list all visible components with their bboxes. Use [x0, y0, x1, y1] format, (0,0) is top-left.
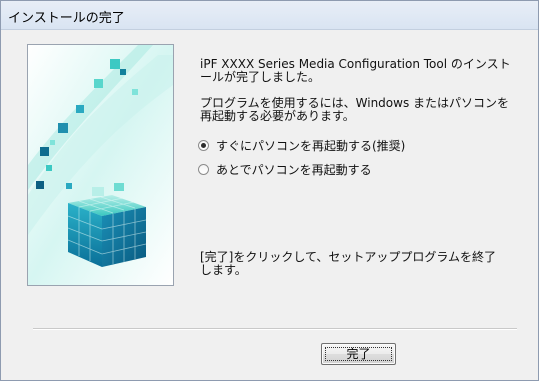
install-complete-dialog: インストールの完了 iPF XXXX Series Media Configur…	[0, 0, 539, 381]
restart-now-option[interactable]: すぐにパソコンを再起動する(推奨)	[198, 137, 405, 153]
restart-later-label[interactable]: あとでパソコンを再起動する	[216, 161, 372, 178]
message-line-4: 再起動する必要があります。	[200, 109, 355, 123]
divider	[33, 328, 517, 330]
installer-graphic-panel	[27, 44, 174, 286]
finish-instruction-line-2: します。	[200, 263, 247, 277]
radio-button-unchecked[interactable]	[198, 163, 209, 175]
window-title: インストールの完了	[8, 11, 125, 26]
finish-button[interactable]: 完了	[321, 343, 396, 365]
restart-now-label[interactable]: すぐにパソコンを再起動する(推奨)	[216, 137, 405, 154]
radio-button-checked[interactable]	[198, 139, 209, 151]
restart-later-option[interactable]: あとでパソコンを再起動する	[198, 161, 372, 177]
title-bar[interactable]: インストールの完了	[1, 1, 538, 30]
finish-button-label: 完了	[346, 347, 371, 361]
message-line-2: ールが完了しました。	[200, 70, 321, 84]
installer-cubes-graphic	[28, 45, 173, 285]
